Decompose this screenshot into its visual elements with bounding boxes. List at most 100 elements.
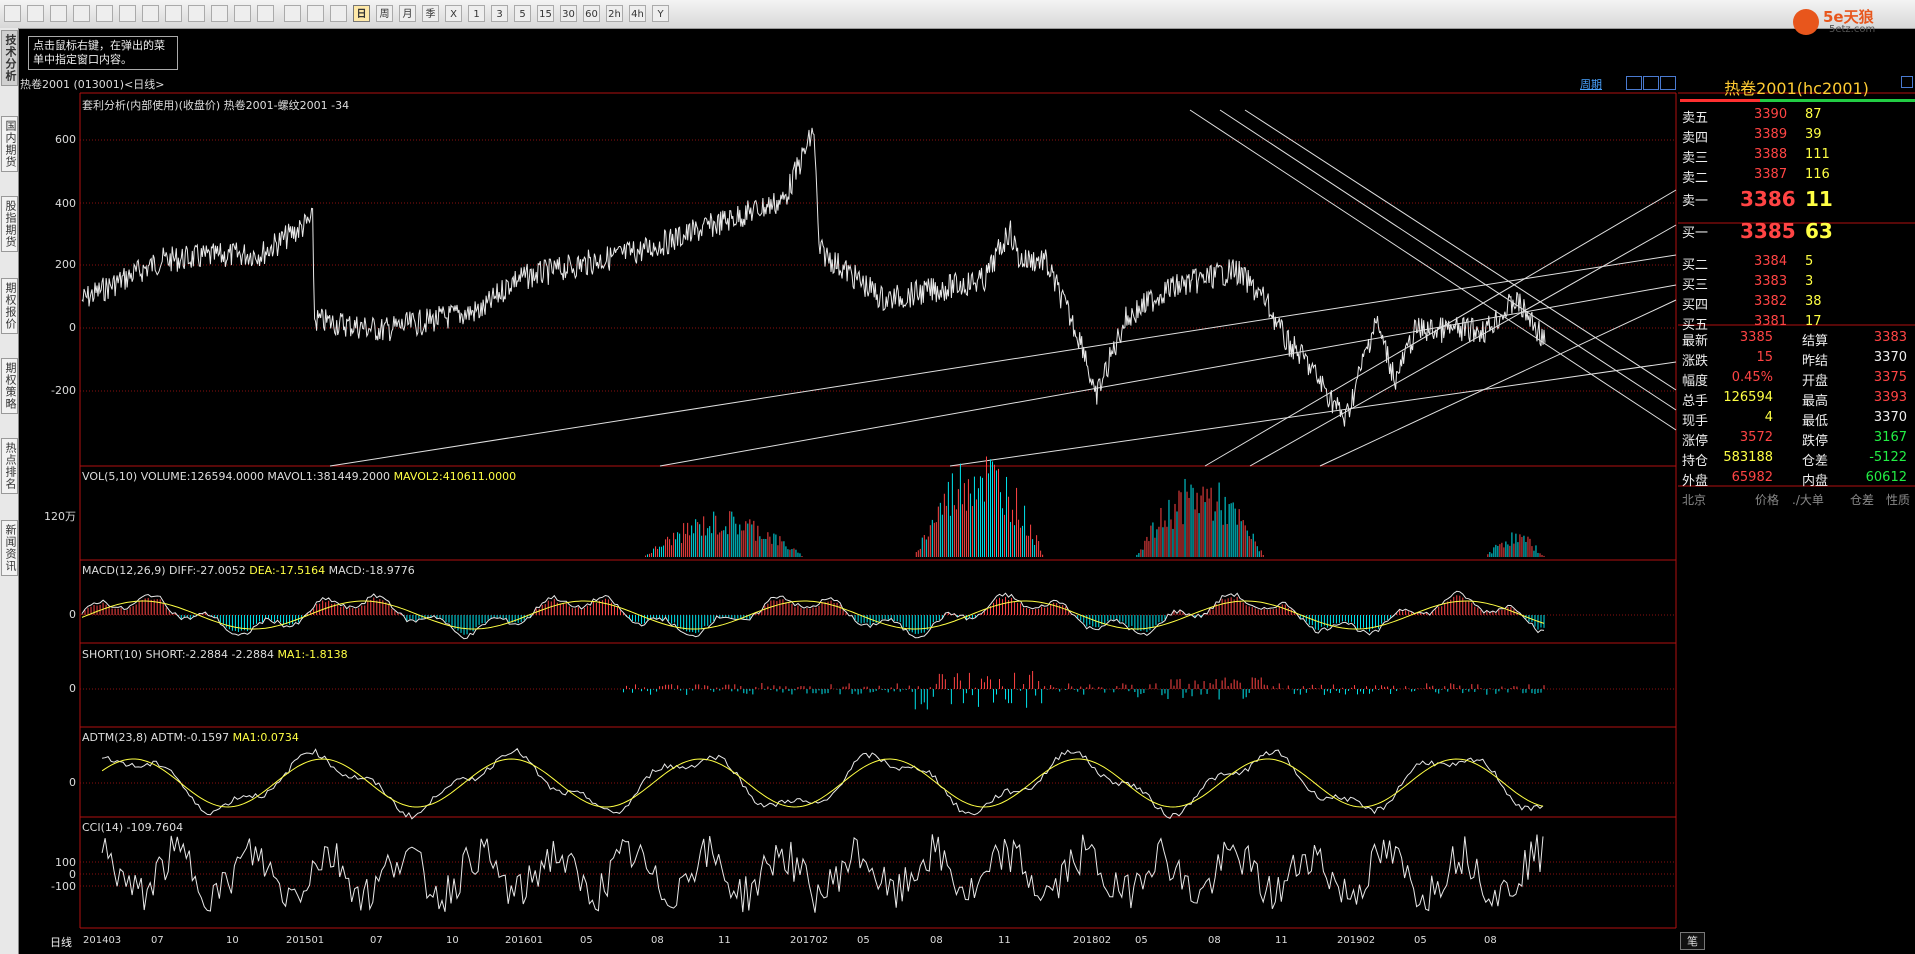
trend-line-8 [1244,109,1677,391]
stat-label-b-2: 开盘 [1802,374,1829,389]
xaxis-label-19: 05 [1414,935,1427,946]
stat-row-1: 涨跌 15 昨结 3370 [1680,350,1915,369]
xaxis-label-12: 08 [930,935,943,946]
xaxis-label-3: 201501 [286,935,325,946]
macd-label-macd: MACD:-18.9776 [328,564,415,577]
ask-vol-3: 116 [1805,167,1830,182]
stat-row-0: 最新 3385 结算 3383 [1680,330,1915,349]
main-ytick-600: 600 [55,133,76,146]
bid-label-2: 买三 [1682,278,1709,293]
stat-value-b-3: 3393 [1873,390,1907,405]
adtm-panel-label: ADTM(23,8) ADTM:-0.1597 MA1:0.0734 [82,731,299,744]
bid-price-2: 3383 [1754,274,1788,289]
stat-row-7: 外盘 65982 内盘 60612 [1680,470,1915,489]
vol-panel-label: VOL(5,10) VOLUME:126594.0000 MAVOL1:3814… [82,470,516,483]
stat-label-a-5: 涨停 [1682,434,1709,449]
spread-price-line [81,127,1546,427]
tick-tab-bi[interactable]: 笔 [1680,932,1705,950]
bid-row-2: 买三 3383 3 [1680,272,1915,293]
ask-label-4: 卖一 [1682,194,1709,209]
stat-label-a-4: 现手 [1682,414,1709,429]
macd-label-dea: DEA:-17.5164 [249,564,326,577]
cci-line [101,834,1544,913]
volume-burst-3 [1487,532,1545,557]
stat-value-b-6: -5122 [1869,450,1907,465]
xaxis-label-1: 07 [151,935,164,946]
ask-row-4: 卖一 3386 11 [1680,187,1915,211]
trend-line-4 [1249,224,1677,467]
macd-label-diff: MACD(12,26,9) DIFF:-27.0052 [82,564,246,577]
stat-value-b-2: 3375 [1873,370,1907,385]
stat-value-b-1: 3370 [1873,350,1907,365]
trend-line-3 [1204,189,1677,467]
stat-row-4: 现手 4 最低 3370 [1680,410,1915,429]
xaxis-label-16: 08 [1208,935,1221,946]
trend-line-6 [1189,109,1677,431]
stat-value-b-0: 3383 [1873,330,1907,345]
trend-line-1 [659,284,1677,467]
ticks-header-3: 仓差 [1850,493,1875,507]
ask-vol-4: 11 [1805,187,1833,211]
short-label-ma1: MA1:-1.8138 [277,648,348,661]
bid-price-1: 3384 [1754,254,1788,269]
stat-label-a-3: 总手 [1682,394,1709,409]
ticks-header-1: 价格 [1755,493,1780,507]
bid-price-0: 3385 [1740,219,1796,243]
ask-vol-1: 39 [1805,127,1822,142]
bid-vol-2: 3 [1805,274,1814,289]
main-panel-label: 套利分析(内部使用)(收盘价) 热卷2001-螺纹2001 -34 [82,99,350,112]
xaxis-label-20: 08 [1484,935,1497,946]
short-panel-label: SHORT(10) SHORT:-2.2884 -2.2884 MA1:-1.8… [82,648,348,661]
ask-vol-0: 87 [1805,107,1822,122]
stat-row-2: 幅度 0.45% 开盘 3375 [1680,370,1915,389]
main-ytick-400: 400 [55,197,76,210]
xaxis-label-14: 201802 [1073,935,1112,946]
volume-burst-0 [645,511,803,557]
ask-price-4: 3386 [1740,187,1796,211]
xaxis-label-6: 201601 [505,935,544,946]
adtm-label-ma1: MA1:0.0734 [232,731,299,744]
xaxis-label-0: 201403 [83,935,122,946]
ticks-header-2: ./大单 [1792,493,1824,507]
cci-panel-label: CCI(14) -109.7604 [82,821,184,834]
quote-window-button[interactable] [1901,76,1913,88]
bid-vol-0: 63 [1805,219,1833,243]
stat-value-a-2: 0.45% [1731,370,1773,385]
bid-label-1: 买二 [1682,258,1709,273]
stat-value-a-7: 65982 [1731,470,1773,485]
bid-row-1: 买二 3384 5 [1680,252,1915,273]
short-label-main: SHORT(10) SHORT:-2.2884 -2.2884 [82,648,274,661]
macd-ytick: 0 [69,608,76,621]
stat-label-b-0: 结算 [1802,334,1829,349]
trend-line-7 [1219,109,1677,411]
xaxis-label-5: 10 [446,935,459,946]
stat-value-a-1: 15 [1756,350,1773,365]
bid-vol-3: 38 [1805,294,1822,309]
stat-label-a-1: 涨跌 [1682,354,1709,369]
bid-row-3: 买四 3382 38 [1680,292,1915,313]
ask-label-1: 卖四 [1682,131,1709,146]
bid-vol-1: 5 [1805,254,1814,269]
vol-ytick: 120万 [44,510,76,523]
bid-price-3: 3382 [1754,294,1788,309]
stat-label-b-4: 最低 [1802,414,1829,429]
stat-value-a-3: 126594 [1723,390,1773,405]
ask-label-2: 卖三 [1682,151,1709,166]
xaxis-label-15: 05 [1135,935,1148,946]
adtm-ma-line [101,758,1544,808]
stat-row-5: 涨停 3572 跌停 3167 [1680,430,1915,449]
trend-line-5 [1319,299,1677,467]
stat-label-a-7: 外盘 [1682,474,1709,489]
xaxis-label-4: 07 [370,935,383,946]
xaxis-label-7: 05 [580,935,593,946]
xaxis-label-2: 10 [226,935,239,946]
ask-price-3: 3387 [1754,167,1788,182]
stat-label-b-6: 仓差 [1802,454,1829,469]
ask-row-3: 卖二 3387 116 [1680,165,1915,186]
stat-label-b-1: 昨结 [1802,354,1829,369]
stat-value-a-0: 3385 [1739,330,1773,345]
stat-label-b-7: 内盘 [1802,474,1829,489]
volume-burst-2 [1136,478,1264,557]
vol-label-main: VOL(5,10) VOLUME:126594.0000 MAVOL1:3814… [82,470,391,483]
short-ytick: 0 [69,682,76,695]
